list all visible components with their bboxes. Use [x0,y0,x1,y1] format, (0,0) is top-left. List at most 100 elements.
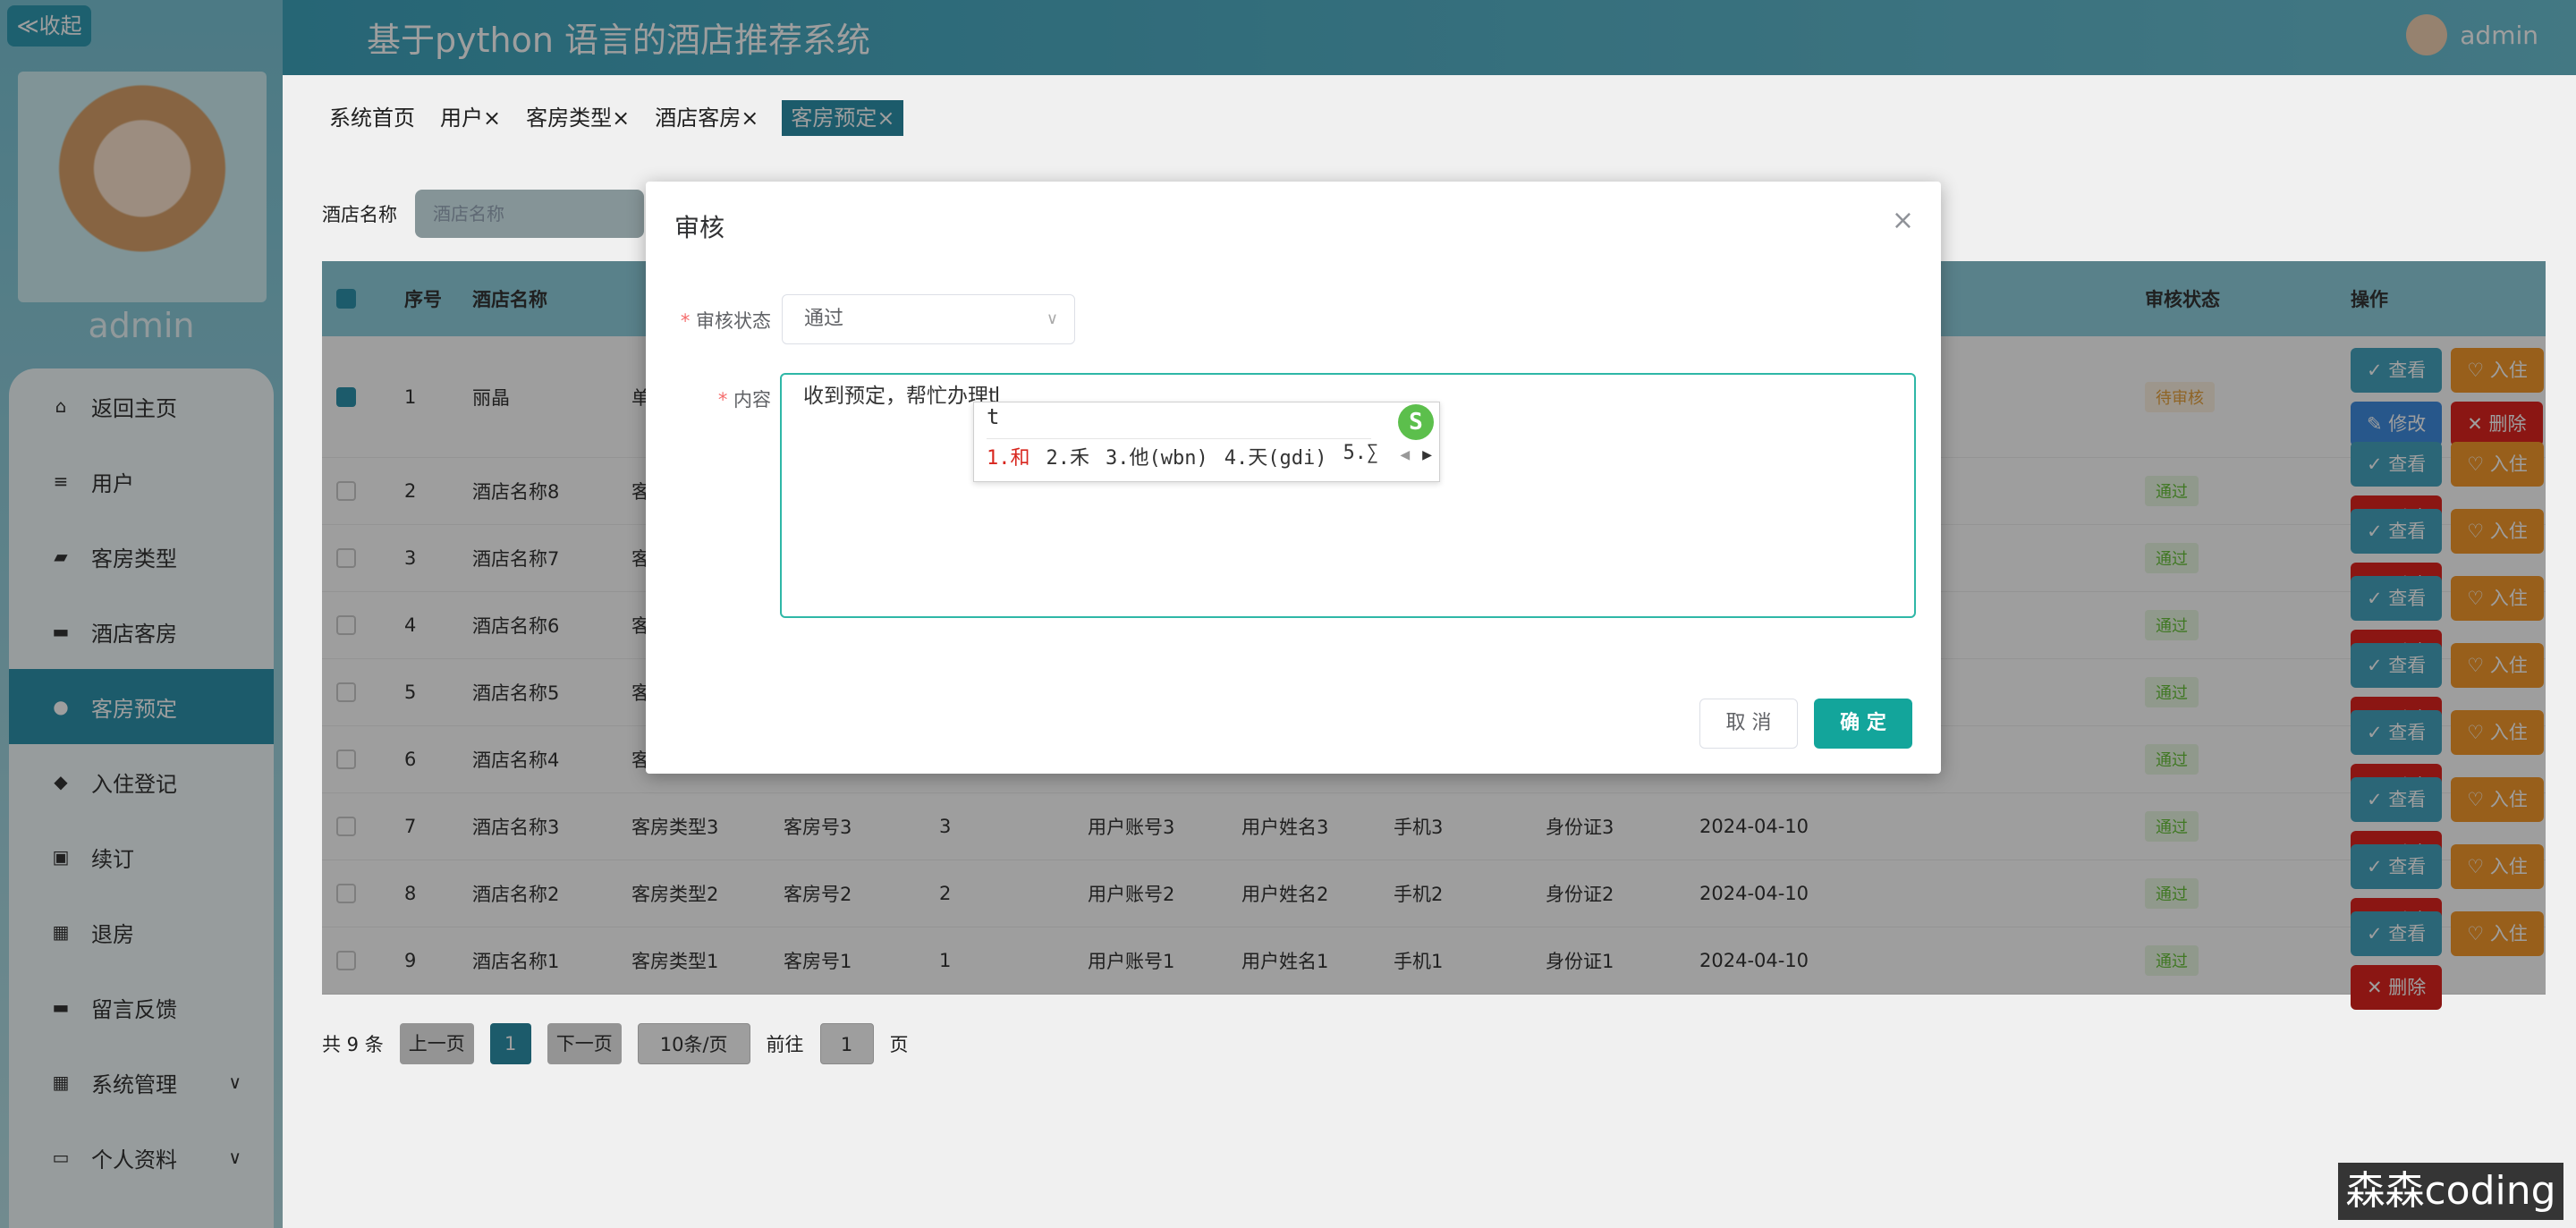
select-all-checkbox[interactable] [336,289,356,309]
view-button[interactable]: ✓ 查看 [2351,347,2443,393]
checkin-button[interactable]: ♡ 入住 [2451,643,2544,688]
view-button[interactable]: ✓ 查看 [2351,509,2443,554]
confirm-button[interactable]: 确 定 [1814,699,1912,749]
table-cell: 酒店名称1 [472,951,560,972]
row-checkbox[interactable] [336,481,356,501]
sidebar-item-feedback[interactable]: ▬ 留言反馈 [9,970,274,1045]
tab-room-types[interactable]: 客房类型× [524,100,631,136]
table-cell: 客房号1 [784,951,852,972]
checkin-button[interactable]: ♡ 入住 [2451,844,2544,889]
row-checkbox[interactable] [336,615,356,635]
table-cell: 酒店名称3 [472,817,560,838]
sidebar-item-room-types[interactable]: ▰ 客房类型 [9,519,274,594]
ime-next-icon[interactable]: ▶ [1422,445,1432,464]
ime-candidate[interactable]: 5.∑ [1343,442,1378,470]
delete-button[interactable]: ✕ 删除 [2451,401,2543,446]
tab-bookings[interactable]: 客房预定× [782,100,904,136]
ime-composition: t [987,404,1000,429]
row-checkbox[interactable] [336,884,356,903]
sidebar-item-checkin[interactable]: ◆ 入住登记 [9,744,274,819]
row-actions: ✓ 查看 ♡ 入住 ✕ 删除 [2336,911,2546,1010]
delete-button[interactable]: ✕ 删除 [2351,495,2443,540]
page-size-select[interactable]: 10条/页 [637,1023,750,1064]
view-button[interactable]: ✓ 查看 [2351,911,2443,956]
view-button[interactable]: ✓ 查看 [2351,844,2443,889]
row-checkbox[interactable] [336,750,356,769]
sidebar-item-renew[interactable]: ▣ 续订 [9,819,274,894]
delete-button[interactable]: ✕ 删除 [2351,697,2443,741]
view-button[interactable]: ✓ 查看 [2351,710,2443,755]
view-button[interactable]: ✓ 查看 [2351,442,2443,487]
checkin-button[interactable]: ♡ 入住 [2451,710,2544,755]
row-checkbox[interactable] [336,817,356,836]
checkin-button[interactable]: ♡ 入住 [2451,576,2544,621]
goto-page-input[interactable]: 1 [819,1023,874,1064]
ime-candidate[interactable]: 3.他(wbn) [1106,442,1208,470]
edit-button[interactable]: ✎ 修改 [2351,401,2443,446]
sidebar-item-profile[interactable]: ▭ 个人资料 ∨ [9,1120,274,1195]
monitor-icon: ▬ [52,621,70,642]
search-input[interactable]: 酒店名称 [415,190,644,238]
close-icon[interactable]: × [1892,205,1914,236]
delete-button[interactable]: ✕ 删除 [2351,831,2443,876]
table-cell: 3 [404,547,417,569]
sidebar-item-users[interactable]: ≡ 用户 [9,444,274,519]
view-button[interactable]: ✓ 查看 [2351,777,2443,822]
page-label: 页 [889,1034,909,1055]
row-checkbox[interactable] [336,548,356,568]
sidebar-item-label: 客房预定 [91,696,177,722]
sidebar-item-label: 个人资料 [91,1147,177,1173]
goto-label: 前往 [766,1034,804,1055]
tab-users[interactable]: 用户× [438,100,503,136]
row-actions: ✓ 查看 ♡ 入住 ✕ 删除 [2336,576,2546,674]
sidebar-item-system[interactable]: ▦ 系统管理 ∨ [9,1045,274,1120]
sidebar-item-bookings[interactable]: ● 客房预定 [9,669,274,744]
row-checkbox[interactable] [336,682,356,702]
delete-button[interactable]: ✕ 删除 [2351,898,2443,943]
column-header[interactable]: 序号 [390,285,458,312]
column-header[interactable]: 审核状态 [2131,285,2336,312]
delete-button[interactable]: ✕ 删除 [2351,563,2443,607]
sidebar-item-label: 用户 [91,470,134,496]
user-menu[interactable]: admin [2406,14,2538,55]
sidebar-item-home[interactable]: ⌂ 返回主页 [9,368,274,444]
content-text: 收到预定，帮忙办理t [803,385,997,408]
row-actions: ✓ 查看 ♡ 入住 ✕ 删除 [2336,643,2546,741]
status-select[interactable]: 通过 ∨ [782,294,1075,344]
sidebar-item-hotel-rooms[interactable]: ▬ 酒店客房 [9,594,274,669]
sidebar-item-checkout[interactable]: ▦ 退房 [9,894,274,970]
checkin-button[interactable]: ♡ 入住 [2451,509,2544,554]
delete-button[interactable]: ✕ 删除 [2351,764,2443,809]
tab-home[interactable]: 系统首页 [327,100,417,136]
table-cell: 身份证1 [1546,951,1614,972]
ime-nav: ◀ ▶ [1400,445,1432,464]
row-checkbox[interactable] [336,951,356,970]
column-header[interactable]: 酒店名称 [458,285,617,312]
next-page-button[interactable]: 下一页 [547,1023,622,1064]
cancel-button[interactable]: 取 消 [1699,699,1798,749]
checkin-button[interactable]: ♡ 入住 [2451,911,2544,956]
delete-button[interactable]: ✕ 删除 [2351,965,2443,1010]
tab-hotel-rooms[interactable]: 酒店客房× [653,100,760,136]
table-cell: 6 [404,749,417,770]
ime-candidate[interactable]: 4.天(gdi) [1224,442,1327,470]
checkin-button[interactable]: ♡ 入住 [2451,442,2544,487]
checkin-button[interactable]: ♡ 入住 [2451,777,2544,822]
ime-prev-icon[interactable]: ◀ [1400,445,1410,464]
page-number[interactable]: 1 [489,1023,531,1064]
view-button[interactable]: ✓ 查看 [2351,643,2443,688]
collapse-button[interactable]: ≪收起 [7,5,91,47]
checkin-button[interactable]: ♡ 入住 [2451,347,2544,393]
delete-button[interactable]: ✕ 删除 [2351,630,2443,674]
table-cell: 7 [404,816,417,837]
row-checkbox[interactable] [336,386,356,407]
ime-candidate[interactable]: 2.禾 [1046,442,1090,470]
table-cell: 手机2 [1394,884,1444,905]
ime-candidate[interactable]: 1.和 [987,442,1030,470]
sidebar-item-label: 返回主页 [91,395,177,421]
sidebar-username: admin [88,306,195,345]
view-button[interactable]: ✓ 查看 [2351,576,2443,621]
row-actions: ✓ 查看 ♡ 入住 ✕ 删除 [2336,442,2546,540]
prev-page-button[interactable]: 上一页 [399,1023,474,1064]
row-actions: ✓ 查看 ♡ 入住 ✕ 删除 [2336,710,2546,809]
